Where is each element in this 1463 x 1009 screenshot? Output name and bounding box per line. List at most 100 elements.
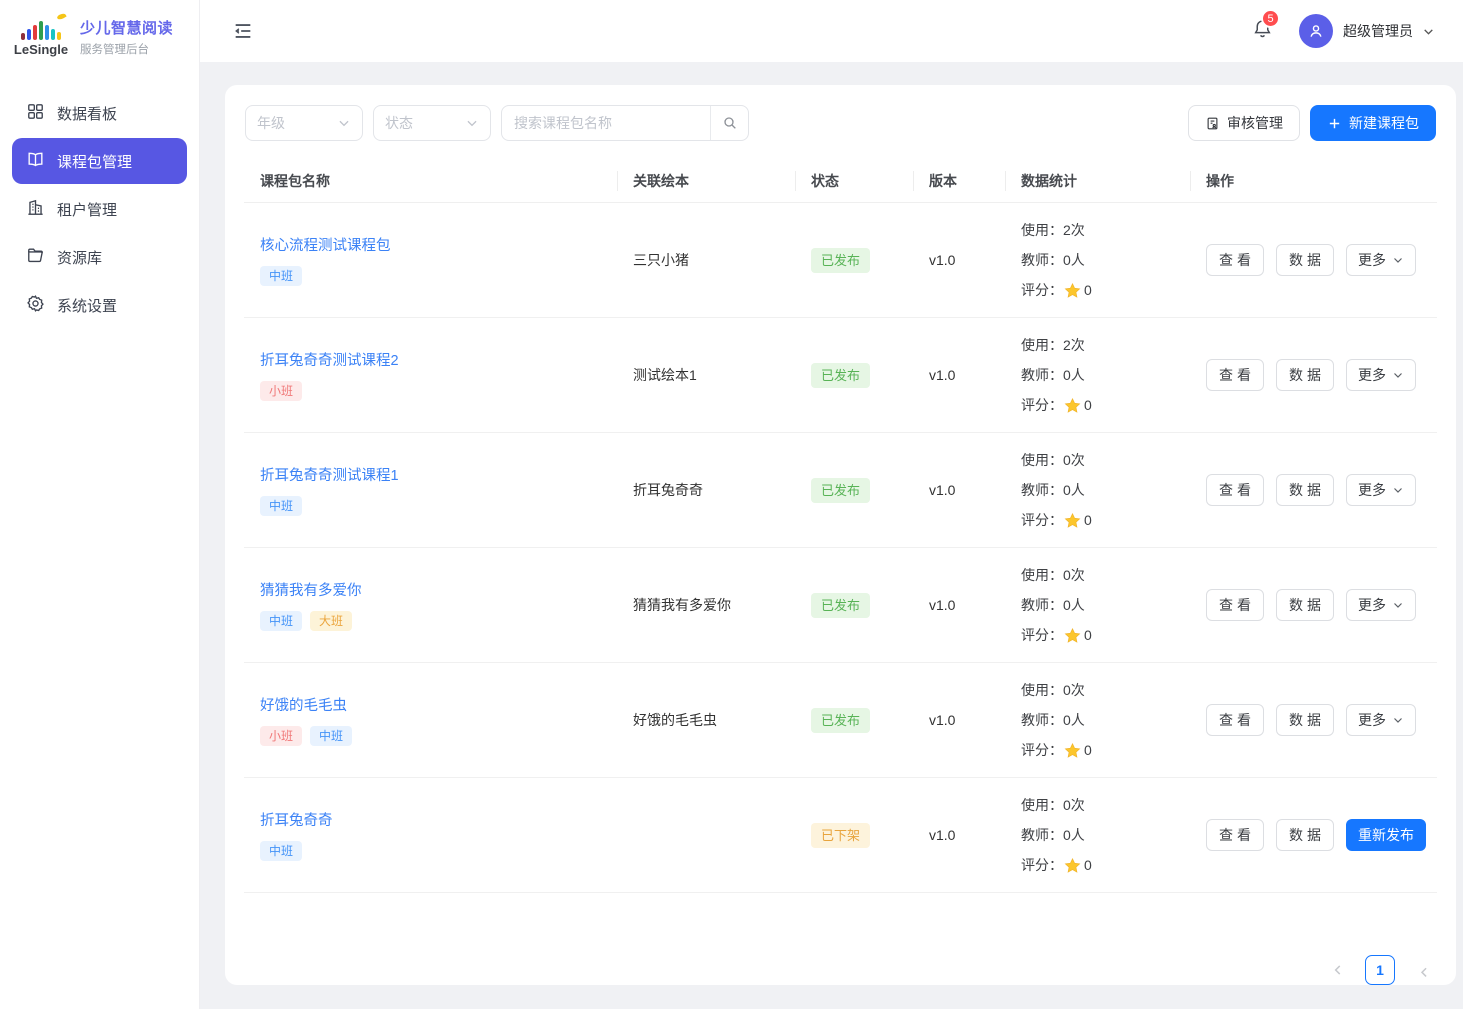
actions-cell: 查看 数据 更多 重新发布 (1190, 244, 1437, 276)
teacher-value: 0人 (1063, 595, 1085, 615)
republish-button[interactable]: 重新发布 (1346, 819, 1426, 851)
column-header-stats: 数据统计 (1005, 170, 1190, 192)
sidebar-item-resources[interactable]: 资源库 (12, 234, 187, 280)
package-name-cell: 折耳兔奇奇 中班 (244, 809, 617, 861)
stats-cell: 使用：2次 教师：0人 评分： 0 (1005, 330, 1190, 420)
previous-page-icon[interactable] (1331, 963, 1345, 977)
grade-select[interactable]: 年级 (245, 105, 363, 141)
package-name-link[interactable]: 折耳兔奇奇 (260, 809, 333, 830)
column-header-actions: 操作 (1190, 170, 1437, 192)
chevron-down-icon (1392, 254, 1404, 266)
status-select[interactable]: 状态 (373, 105, 491, 141)
avatar[interactable] (1299, 14, 1333, 48)
sidebar-item-label: 课程包管理 (57, 151, 132, 172)
sidebar-item-label: 资源库 (57, 247, 102, 268)
audit-management-button[interactable]: 审核管理 (1188, 105, 1300, 141)
data-button[interactable]: 数据 (1276, 704, 1334, 736)
package-name-link[interactable]: 核心流程测试课程包 (260, 234, 391, 255)
course-package-card: 年级 状态 (225, 85, 1456, 985)
view-button[interactable]: 查看 (1206, 819, 1264, 851)
sidebar-item-settings[interactable]: 系统设置 (12, 282, 187, 328)
more-button[interactable]: 更多 (1346, 244, 1416, 276)
usage-label: 使用： (1021, 795, 1063, 815)
data-button[interactable]: 数据 (1276, 819, 1334, 851)
sidebar-item-dashboard[interactable]: 数据看板 (12, 90, 187, 136)
gear-icon (26, 294, 45, 317)
search-input[interactable] (502, 115, 710, 131)
data-button[interactable]: 数据 (1276, 244, 1334, 276)
more-button[interactable]: 更多 (1346, 704, 1416, 736)
usage-value: 2次 (1063, 220, 1085, 240)
grade-tag: 中班 (260, 611, 302, 631)
status-badge: 已发布 (811, 593, 870, 618)
related-book-cell: 折耳兔奇奇 (617, 480, 795, 500)
usage-value: 0次 (1063, 680, 1085, 700)
notification-bell-icon[interactable]: 5 (1252, 18, 1273, 44)
grade-tags: 中班 (260, 841, 617, 861)
star-icon (1064, 397, 1081, 414)
app-root: LeSingle 少儿智慧阅读 服务管理后台 数据看板 课程包管理 租户管理 (0, 0, 1463, 1009)
collapse-sidebar-icon[interactable] (232, 20, 254, 42)
view-button[interactable]: 查看 (1206, 359, 1264, 391)
sidebar-item-tenants[interactable]: 租户管理 (12, 186, 187, 232)
create-button-label: 新建课程包 (1349, 113, 1419, 133)
rating-value: 0 (1084, 742, 1092, 758)
sidebar-menu: 数据看板 课程包管理 租户管理 资源库 系统设置 (0, 72, 199, 330)
rating-value: 0 (1084, 627, 1092, 643)
data-button[interactable]: 数据 (1276, 474, 1334, 506)
brand: LeSingle 少儿智慧阅读 服务管理后台 (0, 0, 199, 72)
related-book-cell: 测试绘本1 (617, 365, 795, 385)
package-name-link[interactable]: 好饿的毛毛虫 (260, 694, 347, 715)
lesingle-logo-icon: LeSingle (12, 18, 70, 57)
notification-badge: 5 (1261, 9, 1280, 28)
grade-select-placeholder: 年级 (257, 113, 285, 133)
rating-label: 评分： (1021, 395, 1063, 415)
search-button[interactable] (710, 106, 748, 140)
package-name-link[interactable]: 猜猜我有多爱你 (260, 579, 362, 600)
status-select-placeholder: 状态 (385, 113, 413, 133)
related-book-cell: 猜猜我有多爱你 (617, 595, 795, 615)
grade-tag: 中班 (310, 726, 352, 746)
view-button[interactable]: 查看 (1206, 474, 1264, 506)
status-cell: 已发布 (795, 248, 913, 273)
create-course-package-button[interactable]: 新建课程包 (1310, 105, 1436, 141)
view-button[interactable]: 查看 (1206, 589, 1264, 621)
view-button[interactable]: 查看 (1206, 244, 1264, 276)
column-header-status: 状态 (795, 170, 913, 192)
column-header-version: 版本 (913, 170, 1005, 192)
next-page-icon[interactable] (1415, 963, 1429, 977)
table-row: 核心流程测试课程包 中班 三只小猪 已发布 v1.0 使用：2次 教师：0人 评… (244, 203, 1437, 318)
sidebar-item-label: 系统设置 (57, 295, 117, 316)
page-number[interactable]: 1 (1365, 955, 1395, 985)
data-button[interactable]: 数据 (1276, 589, 1334, 621)
sidebar-item-course-packages[interactable]: 课程包管理 (12, 138, 187, 184)
package-name-cell: 核心流程测试课程包 中班 (244, 234, 617, 286)
chevron-down-icon (465, 116, 479, 130)
package-name-cell: 好饿的毛毛虫 小班中班 (244, 694, 617, 746)
content-area: 年级 状态 (200, 62, 1463, 1009)
more-button[interactable]: 更多 (1346, 359, 1416, 391)
column-header-book: 关联绘本 (617, 170, 795, 192)
package-name-cell: 折耳兔奇奇测试课程2 小班 (244, 349, 617, 401)
more-button[interactable]: 更多 (1346, 589, 1416, 621)
actions-cell: 查看 数据 更多 重新发布 (1190, 589, 1437, 621)
user-name: 超级管理员 (1343, 21, 1413, 41)
package-name-link[interactable]: 折耳兔奇奇测试课程1 (260, 464, 399, 485)
audit-icon (1205, 116, 1220, 131)
topbar: 5 超级管理员 (200, 0, 1463, 62)
grade-tag: 中班 (260, 496, 302, 516)
more-button[interactable]: 更多 (1346, 474, 1416, 506)
data-button[interactable]: 数据 (1276, 359, 1334, 391)
status-cell: 已发布 (795, 593, 913, 618)
chevron-down-icon (1392, 484, 1404, 496)
chevron-down-icon[interactable] (1422, 25, 1435, 38)
view-button[interactable]: 查看 (1206, 704, 1264, 736)
package-name-link[interactable]: 折耳兔奇奇测试课程2 (260, 349, 399, 370)
status-cell: 已发布 (795, 478, 913, 503)
grade-tag: 大班 (310, 611, 352, 631)
teacher-value: 0人 (1063, 365, 1085, 385)
rating-label: 评分： (1021, 740, 1063, 760)
status-badge: 已发布 (811, 478, 870, 503)
grade-tag: 小班 (260, 381, 302, 401)
teacher-value: 0人 (1063, 710, 1085, 730)
